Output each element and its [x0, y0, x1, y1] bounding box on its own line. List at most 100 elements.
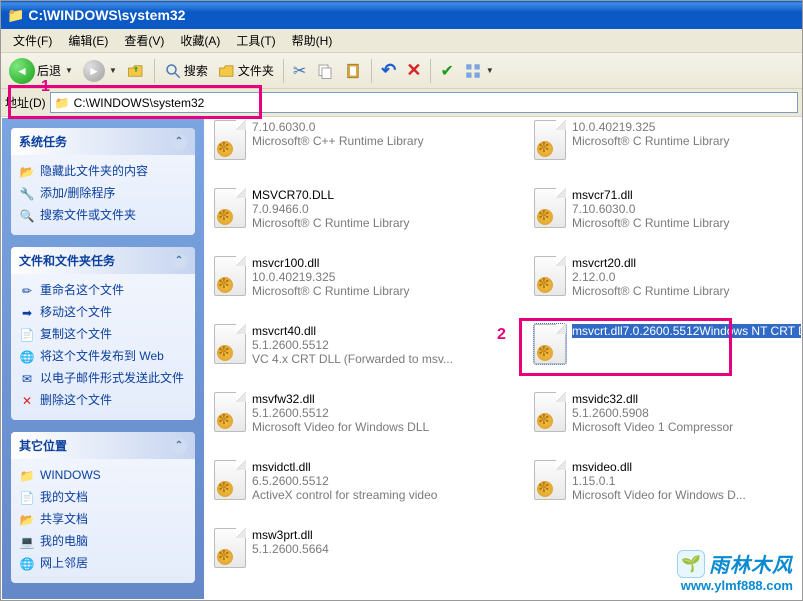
task-hide-contents[interactable]: 📂 隐藏此文件夹的内容: [19, 161, 187, 183]
delete-icon: ✕: [19, 393, 35, 409]
panel-other-places: 其它位置 ⌃ 📁WINDOWS 📄我的文档 📂共享文档 💻 我的电脑 🌐网上邻居: [11, 432, 195, 583]
file-description: Microsoft Video for Windows DLL: [252, 420, 429, 434]
up-button[interactable]: [123, 60, 149, 82]
file-item[interactable]: msvcrt40.dll5.1.2600.5512VC 4.x CRT DLL …: [214, 324, 514, 366]
menu-help[interactable]: 帮助(H): [284, 30, 341, 51]
panel-file-tasks: 文件和文件夹任务 ⌃ ✏重命名这个文件 ➡ 移动这个文件 📄复制这个文件 🌐将这个…: [11, 247, 195, 420]
folder-icon: 📁: [7, 7, 24, 24]
forward-button[interactable]: ► ▼: [79, 58, 121, 84]
file-item[interactable]: msw3prt.dll5.1.2600.5664: [214, 528, 514, 568]
panel-header-filetasks[interactable]: 文件和文件夹任务 ⌃: [11, 247, 195, 274]
file-version: 7.0.9466.0: [252, 202, 410, 216]
views-button[interactable]: ▼: [460, 60, 498, 82]
file-name: msvcr100.dll: [252, 256, 410, 270]
forward-arrow-icon: ►: [83, 60, 105, 82]
file-description: VC 4.x CRT DLL (Forwarded to msv...: [252, 352, 453, 366]
task-delete[interactable]: ✕ 删除这个文件: [19, 390, 187, 412]
computer-icon: 💻: [19, 534, 35, 550]
main-area: 系统任务 ⌃ 📂 隐藏此文件夹的内容 🔧添加/删除程序 🔍搜索文件或文件夹 文件和…: [2, 118, 801, 599]
panel-header-other[interactable]: 其它位置 ⌃: [11, 432, 195, 459]
file-item[interactable]: 10.0.40219.325Microsoft® C Runtime Libra…: [534, 120, 801, 160]
collapse-icon: ⌃: [171, 253, 187, 269]
scissors-icon: ✂: [293, 61, 306, 81]
place-network[interactable]: 🌐网上邻居: [19, 553, 187, 575]
file-item[interactable]: msvcr100.dll10.0.40219.325Microsoft® C R…: [214, 256, 514, 298]
back-label: 后退: [37, 62, 61, 79]
menu-favorites[interactable]: 收藏(A): [172, 30, 228, 51]
file-item[interactable]: msvidc32.dll5.1.2600.5908Microsoft Video…: [534, 392, 801, 434]
address-input[interactable]: 📁 C:\WINDOWS\system32: [50, 92, 798, 113]
file-list-pane[interactable]: 7.10.6030.0Microsoft® C++ Runtime Librar…: [204, 118, 801, 599]
file-item[interactable]: msvcrt.dll7.0.2600.5512Windows NT CRT DL…: [534, 324, 801, 364]
delete-button[interactable]: ✕: [402, 58, 425, 83]
window-titlebar: 📁 C:\WINDOWS\system32: [1, 1, 802, 29]
task-copy[interactable]: 📄复制这个文件: [19, 324, 187, 346]
file-version: 10.0.40219.325: [252, 270, 410, 284]
move-icon: ➡: [19, 305, 35, 321]
menu-view[interactable]: 查看(V): [116, 30, 172, 51]
file-description: Microsoft® C Runtime Library: [572, 284, 730, 298]
panel-header-system[interactable]: 系统任务 ⌃: [11, 128, 195, 155]
folders-button[interactable]: 文件夹: [214, 60, 278, 82]
file-item[interactable]: msvideo.dll1.15.0.1Microsoft Video for W…: [534, 460, 801, 502]
place-windows[interactable]: 📁WINDOWS: [19, 465, 187, 487]
collapse-icon: ⌃: [171, 438, 187, 454]
task-add-remove-programs[interactable]: 🔧添加/删除程序: [19, 183, 187, 205]
file-description: Microsoft® C Runtime Library: [572, 216, 730, 230]
task-label: 隐藏此文件夹的内容: [40, 164, 148, 178]
file-item[interactable]: MSVCR70.DLL7.0.9466.0Microsoft® C Runtim…: [214, 188, 514, 230]
paste-button[interactable]: [340, 60, 366, 82]
file-item[interactable]: msvidctl.dll6.5.2600.5512ActiveX control…: [214, 460, 514, 502]
window-title: C:\WINDOWS\system32: [28, 7, 185, 23]
task-search-files[interactable]: 🔍搜索文件或文件夹: [19, 205, 187, 227]
folder-icon: 📂: [19, 164, 35, 180]
file-item[interactable]: msvfw32.dll5.1.2600.5512Microsoft Video …: [214, 392, 514, 434]
rename-icon: ✏: [19, 283, 35, 299]
properties-button[interactable]: ✔: [436, 59, 457, 83]
file-item[interactable]: msvcr71.dll7.10.6030.0Microsoft® C Runti…: [534, 188, 801, 230]
task-label: 以电子邮件形式发送此文件: [40, 371, 184, 385]
separator: [371, 59, 372, 83]
menu-edit[interactable]: 编辑(E): [60, 30, 116, 51]
task-rename[interactable]: ✏重命名这个文件: [19, 280, 187, 302]
annotation-label-2: 2: [497, 326, 506, 344]
separator: [154, 59, 155, 83]
search-label: 搜索: [184, 62, 208, 79]
place-my-documents[interactable]: 📄我的文档: [19, 487, 187, 509]
file-description: Microsoft Video for Windows D...: [572, 488, 746, 502]
file-item[interactable]: msvcrt20.dll2.12.0.0Microsoft® C Runtime…: [534, 256, 801, 298]
search-button[interactable]: 搜索: [160, 60, 212, 82]
copy-button[interactable]: [312, 60, 338, 82]
file-name: msvidc32.dll: [572, 392, 733, 406]
undo-button[interactable]: ↶: [377, 58, 400, 83]
task-move[interactable]: ➡ 移动这个文件: [19, 302, 187, 324]
file-name: msvidctl.dll: [252, 460, 437, 474]
task-label: 我的电脑: [40, 534, 88, 548]
task-publish-web[interactable]: 🌐将这个文件发布到 Web: [19, 346, 187, 368]
menu-file[interactable]: 文件(F): [5, 30, 60, 51]
place-my-computer[interactable]: 💻 我的电脑: [19, 531, 187, 553]
chevron-down-icon: ▼: [109, 66, 117, 75]
file-item[interactable]: 7.10.6030.0Microsoft® C++ Runtime Librar…: [214, 120, 514, 160]
task-label: 移动这个文件: [40, 305, 112, 319]
dll-file-icon: [534, 392, 566, 432]
separator: [430, 59, 431, 83]
folder-up-icon: [127, 62, 145, 80]
dll-file-icon: [214, 460, 246, 500]
task-label: 删除这个文件: [40, 393, 112, 407]
menu-tools[interactable]: 工具(T): [228, 30, 283, 51]
dll-file-icon: [214, 188, 246, 228]
dll-file-icon: [214, 120, 246, 160]
file-version: 7.10.6030.0: [252, 120, 424, 134]
folders-icon: [218, 62, 236, 80]
search-icon: [164, 62, 182, 80]
programs-icon: 🔧: [19, 186, 35, 202]
cut-button[interactable]: ✂: [289, 59, 310, 83]
task-email[interactable]: ✉以电子邮件形式发送此文件: [19, 368, 187, 390]
task-label: 网上邻居: [40, 556, 88, 570]
copy-icon: 📄: [19, 327, 35, 343]
watermark-logo-icon: 🌱: [677, 550, 705, 578]
sidebar: 系统任务 ⌃ 📂 隐藏此文件夹的内容 🔧添加/删除程序 🔍搜索文件或文件夹 文件和…: [2, 118, 204, 599]
task-label: WINDOWS: [40, 468, 101, 482]
place-shared-documents[interactable]: 📂共享文档: [19, 509, 187, 531]
